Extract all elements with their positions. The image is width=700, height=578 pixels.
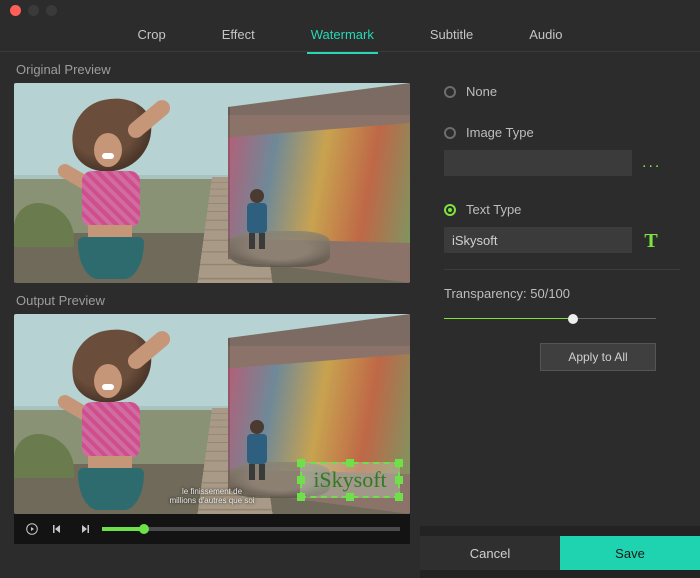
apply-to-all-button[interactable]: Apply to All: [540, 343, 656, 371]
radio-icon: [444, 127, 456, 139]
text-style-button[interactable]: T: [642, 230, 660, 250]
option-image-type[interactable]: Image Type: [444, 125, 680, 140]
footer: Cancel Save: [420, 526, 700, 578]
tab-crop[interactable]: Crop: [134, 19, 170, 52]
radio-icon: [444, 204, 456, 216]
watermark-panel: None Image Type ... Text Type T Transpar…: [420, 52, 700, 578]
transparency-slider[interactable]: [444, 311, 656, 325]
titlebar: [0, 0, 700, 20]
prev-frame-button[interactable]: [50, 521, 66, 537]
close-icon[interactable]: [10, 5, 21, 16]
save-button[interactable]: Save: [560, 536, 700, 570]
progress-bar[interactable]: [102, 527, 400, 531]
play-button[interactable]: [24, 521, 40, 537]
option-none-label: None: [466, 84, 497, 99]
radio-icon: [444, 86, 456, 98]
traffic-lights: [10, 5, 57, 16]
transparency-label: Transparency: 50/100: [444, 286, 680, 301]
option-text-type[interactable]: Text Type: [444, 202, 680, 217]
option-text-label: Text Type: [466, 202, 521, 217]
browse-button[interactable]: ...: [642, 154, 661, 172]
divider: [444, 269, 680, 270]
output-preview-label: Output Preview: [16, 293, 410, 308]
zoom-icon[interactable]: [46, 5, 57, 16]
tab-effect[interactable]: Effect: [218, 19, 259, 52]
tab-watermark[interactable]: Watermark: [307, 19, 378, 54]
output-preview[interactable]: le finissement de millions d'autres que …: [14, 314, 410, 514]
image-path-input[interactable]: [444, 150, 632, 176]
watermark-text-input[interactable]: [444, 227, 632, 253]
tab-subtitle[interactable]: Subtitle: [426, 19, 477, 52]
playbar: [14, 514, 410, 544]
minimize-icon[interactable]: [28, 5, 39, 16]
subtitle-text: le finissement de millions d'autres que …: [169, 487, 254, 506]
original-preview-label: Original Preview: [16, 62, 410, 77]
option-none[interactable]: None: [444, 84, 680, 99]
tab-audio[interactable]: Audio: [525, 19, 566, 52]
next-frame-button[interactable]: [76, 521, 92, 537]
watermark-overlay[interactable]: iSkysoft: [300, 462, 400, 498]
original-preview: [14, 83, 410, 283]
option-image-label: Image Type: [466, 125, 534, 140]
tabbar: Crop Effect Watermark Subtitle Audio: [0, 20, 700, 52]
cancel-button[interactable]: Cancel: [420, 536, 560, 570]
